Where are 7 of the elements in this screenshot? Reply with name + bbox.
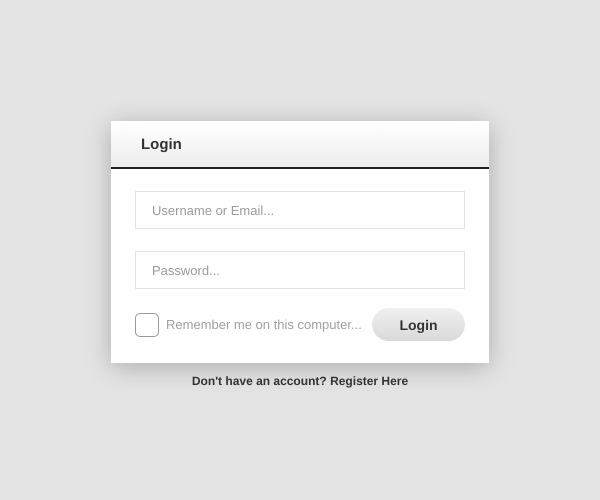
password-field[interactable]: Password... <box>135 251 465 289</box>
register-prompt: Don't have an account? Register Here <box>192 374 408 388</box>
remember-checkbox[interactable] <box>135 312 159 336</box>
login-button[interactable]: Login <box>372 308 465 341</box>
username-field[interactable]: Username or Email... <box>135 191 465 229</box>
remember-label: Remember me on this computer... <box>166 317 362 332</box>
panel-title: Login <box>141 136 182 152</box>
